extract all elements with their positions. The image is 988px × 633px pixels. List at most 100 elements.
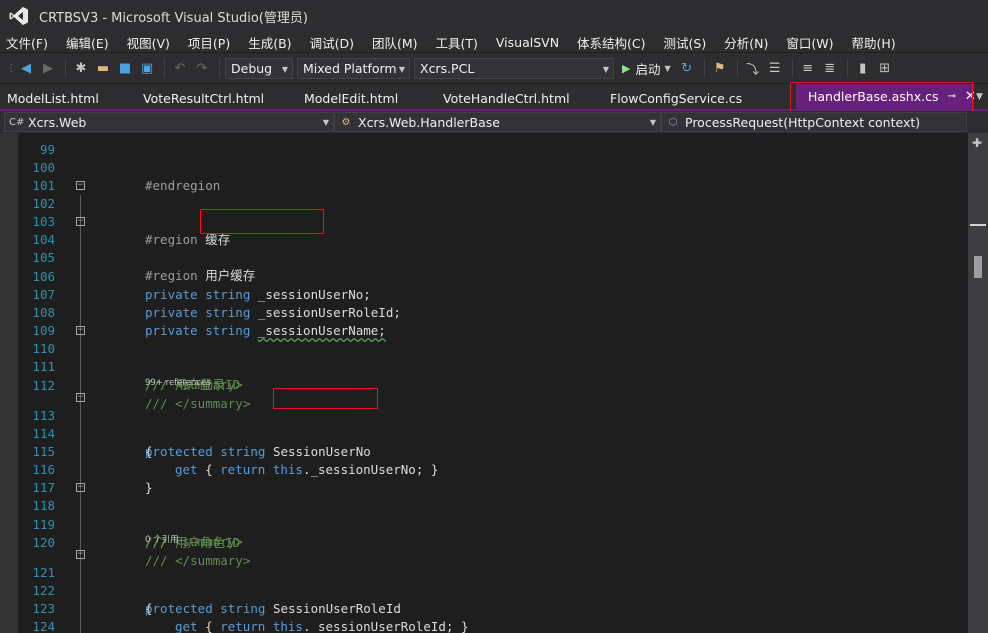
class-icon: ⚙	[341, 116, 351, 128]
menu-edit[interactable]: 编辑(E)	[66, 33, 109, 52]
menu-build[interactable]: 生成(B)	[248, 33, 291, 52]
chevron-down-icon: ▼	[649, 118, 656, 127]
save-all-icon[interactable]: ▣	[137, 58, 157, 78]
visual-studio-logo-icon	[8, 5, 30, 27]
code-line: 103	[32, 214, 55, 229]
save-icon[interactable]: ■	[115, 58, 135, 78]
undo-icon[interactable]: ↶	[170, 58, 190, 78]
code-line: 107 private string _sessionUserRoleId;	[32, 287, 401, 320]
code-line: 122 {	[32, 583, 153, 616]
code-line: 117	[32, 480, 55, 495]
redo-icon[interactable]: ↷	[192, 58, 212, 78]
code-line: 116 }	[32, 462, 153, 495]
toolbar-separator	[703, 59, 705, 77]
code-line: 118 − /// <summary>	[32, 482, 243, 550]
member-dropdown[interactable]: ⬡ ProcessRequest(HttpContext context)	[661, 112, 967, 132]
scrollbar-thumb[interactable]	[974, 256, 982, 278]
tab-flow-config-service[interactable]: FlowConfigService.cs	[610, 91, 742, 106]
menu-tools[interactable]: 工具(T)	[436, 33, 478, 52]
solution-platform-select[interactable]: Mixed Platform ▼	[297, 57, 410, 79]
menu-view[interactable]: 视图(V)	[127, 33, 170, 52]
start-debugging-button[interactable]: ▶ 启动 ▼	[622, 59, 671, 78]
code-line: 114 {	[32, 426, 153, 459]
codelens-references[interactable]: 99+ references	[145, 377, 211, 389]
codelens-references[interactable]: 0 个引用	[145, 534, 179, 546]
solution-configuration-select[interactable]: Debug ▼	[225, 57, 293, 79]
comment-lines-icon[interactable]: ≡	[798, 58, 818, 78]
code-line: 123 get { return this._sessionUserRoleId…	[32, 601, 469, 633]
code-line: 104 − #region 用户缓存	[32, 216, 256, 284]
refresh-icon[interactable]: ↻	[677, 58, 697, 78]
toolbar-separator	[219, 59, 220, 77]
menu-debug[interactable]: 调试(D)	[310, 33, 354, 52]
menu-visualsvn[interactable]: VisualSVN	[496, 35, 559, 50]
uncomment-lines-icon[interactable]: ≣	[820, 58, 840, 78]
step-icon[interactable]: ⤵	[743, 58, 763, 78]
bookmark-next-icon[interactable]: ⊞	[875, 58, 895, 78]
project-dropdown[interactable]: C# Xcrs.Web ▼	[4, 112, 334, 132]
title-bar: CRTBSV3 - Microsoft Visual Studio(管理员)	[0, 0, 988, 32]
chevron-down-icon: ▼	[322, 118, 329, 127]
back-icon[interactable]: ◀	[16, 58, 36, 78]
toolbar-grip-icon: ⋮	[6, 62, 16, 74]
chevron-down-icon: ▼	[602, 64, 609, 74]
navigation-bar: C# Xcrs.Web ▼ ⚙ Xcrs.Web.HandlerBase ▼ ⬡…	[0, 111, 988, 133]
tab-overflow-chevron-down-icon[interactable]: ▼	[976, 92, 983, 102]
menu-window[interactable]: 窗口(W)	[786, 33, 833, 52]
toolbar-separator	[846, 59, 848, 77]
toolbar-separator	[736, 59, 738, 77]
menu-architecture[interactable]: 体系结构(C)	[577, 33, 645, 52]
toolbar-separator	[164, 59, 165, 77]
format-icon[interactable]: ☰	[765, 58, 785, 78]
code-line: 112 /// </summary>	[32, 378, 251, 411]
forward-icon[interactable]: ▶	[38, 58, 58, 78]
tab-model-edit[interactable]: ModelEdit.html	[304, 91, 398, 106]
pin-icon[interactable]: ⊸	[947, 91, 955, 102]
collapse-region-icon[interactable]: −	[76, 393, 85, 402]
tab-model-list[interactable]: ModelList.html	[7, 91, 99, 106]
class-dropdown[interactable]: ⚙ Xcrs.Web.HandlerBase ▼	[334, 112, 661, 132]
bookmark-icon[interactable]: ▮	[853, 58, 873, 78]
collapse-region-icon[interactable]: −	[76, 483, 85, 492]
tab-vote-result-ctrl[interactable]: VoteResultCtrl.html	[143, 91, 264, 106]
window-title: CRTBSV3 - Microsoft Visual Studio(管理员)	[39, 10, 308, 26]
find-in-files-icon[interactable]: ⚑	[710, 58, 730, 78]
code-line: 100 #endregion	[32, 160, 221, 193]
standard-toolbar: ⋮ ◀ ▶ ✱ ▬ ■ ▣ ↶ ↷ Debug ▼ Mixed Platform…	[0, 53, 988, 83]
code-line: 108 private string _sessionUserName;	[32, 305, 386, 338]
split-window-icon[interactable]: ✚	[972, 136, 982, 150]
tab-vote-handle-ctrl[interactable]: VoteHandleCtrl.html	[443, 91, 570, 106]
code-line: 109	[32, 323, 55, 338]
open-file-icon[interactable]: ▬	[93, 58, 113, 78]
collapse-region-icon[interactable]: −	[76, 326, 85, 335]
code-line: 110 − /// <summary>	[32, 325, 243, 393]
code-line: 106 private string _sessionUserNo;	[32, 269, 371, 302]
scroll-position-marker	[970, 224, 986, 226]
code-editor[interactable]: 99 100 #endregion 101 102 − #region 缓存 1…	[0, 133, 968, 633]
tab-handler-base[interactable]: HandlerBase.ashx.cs ⊸ ✕	[796, 84, 976, 109]
code-line: 119 /// 用户角色ID	[32, 517, 241, 550]
code-line: 124 }	[32, 619, 55, 633]
menu-project[interactable]: 项目(P)	[188, 33, 230, 52]
menu-help[interactable]: 帮助(H)	[851, 33, 895, 52]
code-line: 121 − protected string SessionUserRoleId	[32, 549, 401, 617]
vertical-scrollbar[interactable]	[968, 133, 988, 633]
code-line: 102 − #region 缓存	[32, 180, 231, 248]
menu-file[interactable]: 文件(F)	[6, 33, 48, 52]
code-line: 125	[0, 618, 968, 633]
code-line: 111 /// 用户登录ID	[32, 359, 241, 392]
play-icon: ▶	[622, 61, 631, 75]
menu-team[interactable]: 团队(M)	[372, 33, 418, 52]
menu-analyze[interactable]: 分析(N)	[724, 33, 768, 52]
startup-project-select[interactable]: Xcrs.PCL ▼	[414, 57, 614, 79]
new-project-icon[interactable]: ✱	[71, 58, 91, 78]
code-line: 105	[32, 250, 55, 265]
menu-test[interactable]: 测试(S)	[664, 33, 707, 52]
chevron-down-icon: ▼	[281, 64, 288, 74]
close-icon[interactable]: ✕	[965, 89, 976, 104]
code-line: 120 /// </summary>	[32, 535, 251, 568]
collapse-region-icon[interactable]: −	[76, 181, 85, 190]
collapse-region-icon[interactable]: −	[76, 217, 85, 226]
collapse-region-icon[interactable]: −	[76, 550, 85, 559]
code-line: 115 get { return this._sessionUserNo; }	[32, 444, 439, 477]
